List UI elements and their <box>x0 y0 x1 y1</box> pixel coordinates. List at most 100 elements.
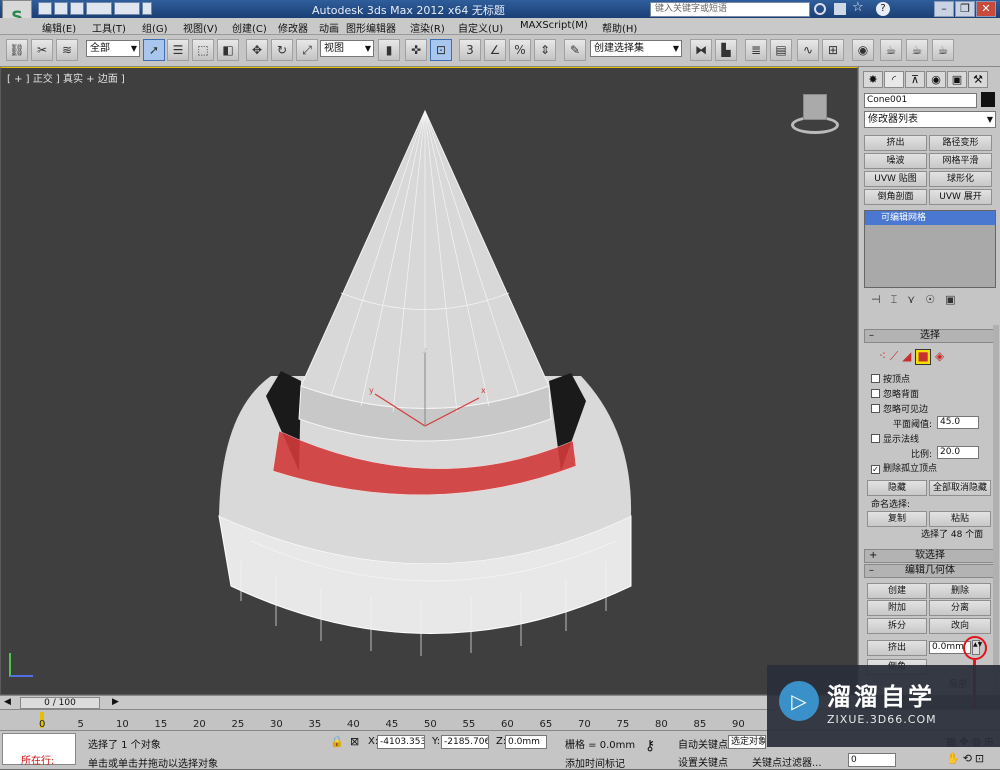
layer-manager-icon[interactable]: ≣ <box>745 39 767 61</box>
checkbox-ignore-backfacing[interactable]: 忽略背面 <box>871 387 919 400</box>
viewport-nav-icons-2[interactable]: ✋⟲⊡ <box>946 752 998 765</box>
create-tab[interactable]: ✸ <box>863 71 883 88</box>
hierarchy-tab[interactable]: ⊼ <box>905 71 925 88</box>
scale-spinner[interactable]: 20.0 <box>937 446 979 459</box>
vertex-icon[interactable]: ⁖ <box>879 349 886 363</box>
menu-rendering[interactable]: 渲染(R) <box>410 20 445 35</box>
modifier-button-unwrap-uvw[interactable]: UVW 展开 <box>929 189 992 205</box>
detach-button[interactable]: 分离 <box>929 600 991 616</box>
new-icon[interactable] <box>38 2 52 15</box>
viewcube-icon[interactable] <box>787 92 843 136</box>
menu-animation[interactable]: 动画 <box>319 20 339 35</box>
time-slider-right-arrow[interactable]: ▶ <box>112 697 119 707</box>
modifier-list-dropdown[interactable]: 修改器列表 <box>864 111 996 128</box>
perspective-viewport[interactable]: [ + ] 正交 ] 真实 + 边面 ] y x z <box>0 67 858 695</box>
turn-button[interactable]: 改向 <box>929 618 991 634</box>
schematic-view-icon[interactable]: ⊞ <box>822 39 844 61</box>
key-filters-button[interactable]: 关键点过滤器... <box>752 754 822 769</box>
menu-maxscript[interactable]: MAXScript(M) <box>520 20 588 31</box>
select-object-icon[interactable]: ➚ <box>143 39 165 61</box>
element-icon[interactable]: ◈ <box>935 349 944 363</box>
quick-access-toolbar[interactable] <box>38 2 154 18</box>
open-icon[interactable] <box>54 2 68 15</box>
star-icon[interactable]: ☆ <box>852 0 864 15</box>
unhide-all-button[interactable]: 全部取消隐藏 <box>929 480 991 496</box>
modify-tab[interactable]: ◜ <box>884 71 904 88</box>
snaps-toggle-icon[interactable]: 3 <box>459 39 481 61</box>
checkbox-delete-isolated[interactable]: ✓ 删除孤立顶点 <box>871 461 937 474</box>
manipulate-icon[interactable]: ✜ <box>405 39 427 61</box>
polygon-icon[interactable]: ■ <box>915 349 932 365</box>
rectangular-selection-icon[interactable]: ⬚ <box>192 39 214 61</box>
menu-create[interactable]: 创建(C) <box>232 20 267 35</box>
hide-button[interactable]: 隐藏 <box>867 480 927 496</box>
rendered-frame-icon[interactable]: ☕ <box>906 39 928 61</box>
time-slider-left-arrow[interactable]: ◀ <box>4 697 11 707</box>
scale-icon[interactable]: ⤢ <box>296 39 318 61</box>
named-selection-dropdown[interactable]: 创建选择集 <box>590 40 682 57</box>
rotate-icon[interactable]: ↻ <box>271 39 293 61</box>
window-crossing-icon[interactable]: ◧ <box>217 39 239 61</box>
bind-space-warp-icon[interactable]: ≋ <box>56 39 78 61</box>
add-time-tag[interactable]: 添加时间标记 <box>565 755 625 770</box>
render-production-icon[interactable]: ☕ <box>932 39 954 61</box>
motion-tab[interactable]: ◉ <box>926 71 946 88</box>
edge-icon[interactable]: ⟋ <box>890 349 898 363</box>
menu-help[interactable]: 帮助(H) <box>602 20 637 35</box>
material-editor-icon[interactable]: ◉ <box>852 39 874 61</box>
divide-button[interactable]: 拆分 <box>867 618 927 634</box>
object-color-swatch[interactable] <box>981 92 995 107</box>
align-icon[interactable]: ▙ <box>715 39 737 61</box>
close-button[interactable]: ✕ <box>976 1 996 17</box>
stack-item-editable-mesh[interactable]: 可编辑网格 <box>865 211 995 225</box>
curve-editor-icon[interactable]: ∿ <box>797 39 819 61</box>
selection-filter-dropdown[interactable]: 全部 <box>86 40 140 57</box>
rollout-selection[interactable]: – 选择 <box>864 329 996 343</box>
modifier-button-extrude[interactable]: 挤出 <box>864 135 927 151</box>
modifier-button-path-deform[interactable]: 路径变形 <box>929 135 992 151</box>
absolute-mode-icon[interactable]: ⊠ <box>350 735 359 748</box>
edit-named-selection-icon[interactable]: ✎ <box>564 39 586 61</box>
modifier-button-uvw-map[interactable]: UVW 贴图 <box>864 171 927 187</box>
mirror-icon[interactable]: ⧓ <box>690 39 712 61</box>
lock-icon[interactable]: 🔒 <box>330 735 344 748</box>
create-button[interactable]: 创建 <box>867 583 927 599</box>
object-name-field[interactable]: Cone001 <box>864 93 977 108</box>
percent-snap-icon[interactable]: % <box>509 39 531 61</box>
modifier-button-meshsmooth[interactable]: 网格平滑 <box>929 153 992 169</box>
angle-snap-icon[interactable]: ∠ <box>484 39 506 61</box>
paste-button[interactable]: 粘贴 <box>929 511 991 527</box>
z-coordinate-field[interactable]: 0.0mm <box>505 735 547 749</box>
utilities-tab[interactable]: ⚒ <box>968 71 988 88</box>
menu-modifiers[interactable]: 修改器 <box>278 20 308 35</box>
modifier-button-noise[interactable]: 噪波 <box>864 153 927 169</box>
face-icon[interactable]: ◢ <box>902 349 911 363</box>
modifier-button-bevel-profile[interactable]: 倒角剖面 <box>864 189 927 205</box>
reference-coordinate-dropdown[interactable]: 视图 <box>320 40 374 57</box>
redo-icon[interactable] <box>114 2 140 15</box>
graphite-ribbon-icon[interactable]: ▤ <box>770 39 792 61</box>
auto-key-button[interactable]: 自动关键点 <box>678 736 728 751</box>
checkbox-show-normals[interactable]: 显示法线 <box>871 432 919 445</box>
menu-tools[interactable]: 工具(T) <box>92 20 126 35</box>
save-icon[interactable] <box>70 2 84 15</box>
rollout-edit-geometry[interactable]: – 编辑几何体 <box>864 564 996 578</box>
key-icon[interactable]: ⚷ <box>645 738 655 754</box>
planar-threshold-spinner[interactable]: 45.0 <box>937 416 979 429</box>
delete-button[interactable]: 删除 <box>929 583 991 599</box>
help-icon[interactable]: ? <box>876 2 890 16</box>
search-icon[interactable] <box>814 3 826 15</box>
move-icon[interactable]: ✥ <box>246 39 268 61</box>
menu-customize[interactable]: 自定义(U) <box>458 20 503 35</box>
help-search-input[interactable]: 键入关键字或短语 <box>650 2 810 17</box>
current-frame-field[interactable]: 0 <box>848 753 896 767</box>
spinner-snap-icon[interactable]: ⇕ <box>534 39 556 61</box>
menu-group[interactable]: 组(G) <box>142 20 168 35</box>
tools-icon[interactable] <box>834 3 846 15</box>
copy-button[interactable]: 复制 <box>867 511 927 527</box>
set-key-button[interactable]: 设置关键点 <box>678 754 728 769</box>
x-coordinate-field[interactable]: -4103.353r <box>377 735 425 749</box>
subobject-icons[interactable]: ⁖ ⟋ ◢ ■ ◈ <box>879 349 944 365</box>
stack-tools[interactable]: ⊣⌶⋎☉▣ <box>871 293 991 307</box>
maxscript-listener[interactable]: 所在行: <box>2 733 76 767</box>
